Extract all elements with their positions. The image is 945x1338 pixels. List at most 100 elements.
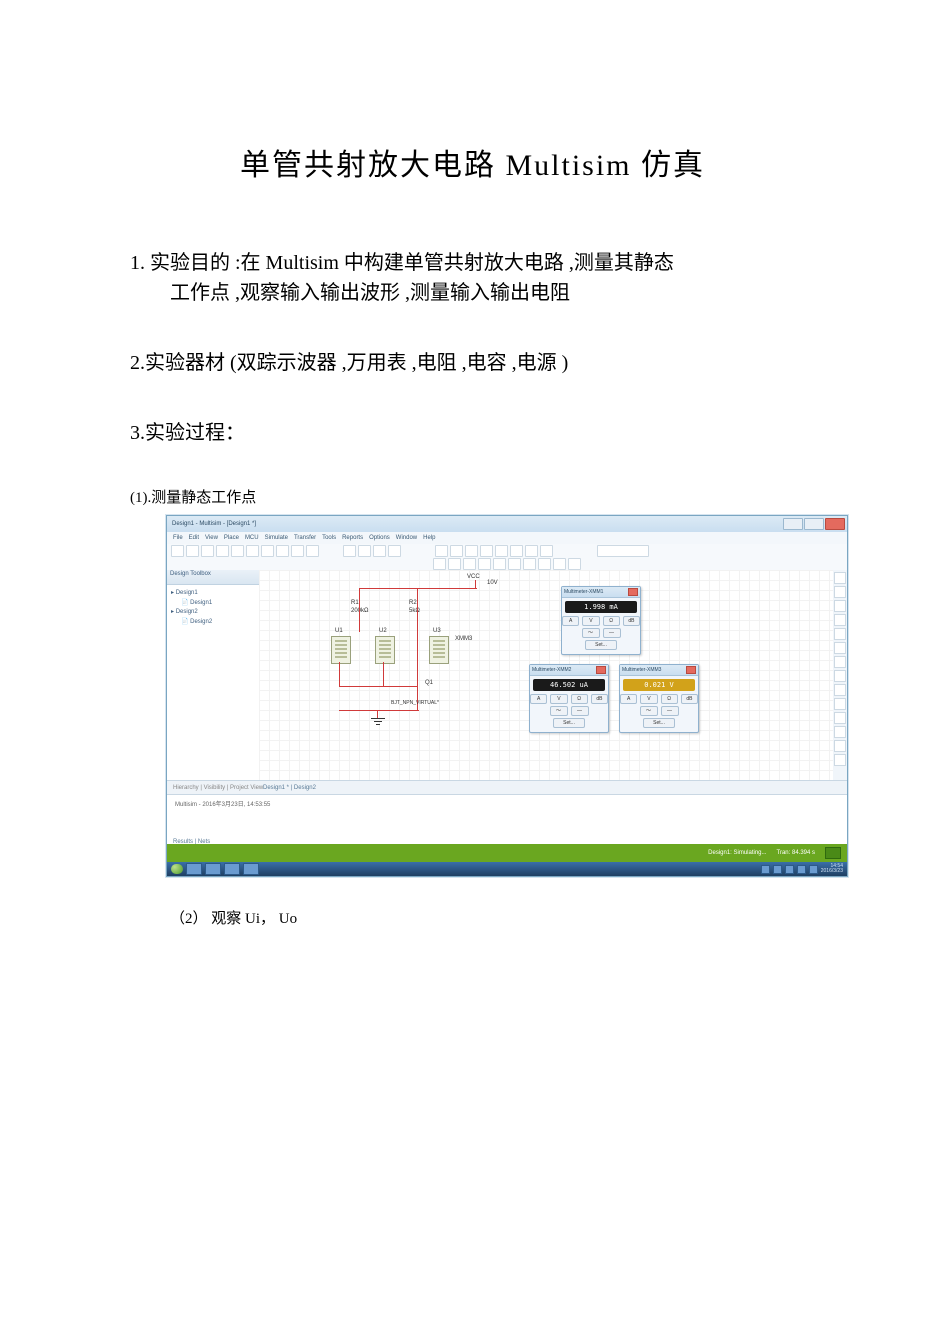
- tray-icon[interactable]: [773, 865, 782, 874]
- toolbar-button[interactable]: [523, 558, 536, 570]
- toolbar-combo[interactable]: [597, 545, 649, 557]
- meter-db-button[interactable]: dB: [591, 694, 608, 704]
- tree-project[interactable]: ▸ Design2: [171, 608, 255, 618]
- meter-dc-button[interactable]: —: [571, 706, 589, 716]
- toolbar-button[interactable]: [201, 545, 214, 557]
- toolbar-button[interactable]: [261, 545, 274, 557]
- meter-set-button[interactable]: Set...: [643, 718, 675, 728]
- output-panel[interactable]: Multisim - 2016年3月23日, 14:53:55 Results …: [167, 794, 847, 847]
- meter-v-button[interactable]: V: [582, 616, 599, 626]
- toolbar-button[interactable]: [495, 545, 508, 557]
- toolbar-1[interactable]: [167, 544, 847, 559]
- toolbar-button[interactable]: [568, 558, 581, 570]
- meter-dc-button[interactable]: —: [661, 706, 679, 716]
- toolbar-button[interactable]: [493, 558, 506, 570]
- toolbar-button[interactable]: [186, 545, 199, 557]
- toolbar-button[interactable]: [171, 545, 184, 557]
- canvas-tabs[interactable]: Hierarchy | Visibility | Project View De…: [167, 780, 847, 795]
- close-icon[interactable]: [686, 666, 696, 674]
- menu-reports[interactable]: Reports: [342, 535, 363, 541]
- menu-tools[interactable]: Tools: [322, 535, 336, 541]
- toolbar-button[interactable]: [276, 545, 289, 557]
- menu-simulate[interactable]: Simulate: [265, 535, 288, 541]
- tray-icon[interactable]: [785, 865, 794, 874]
- meter-block-u3[interactable]: [429, 636, 449, 664]
- tray-icon[interactable]: [761, 865, 770, 874]
- instrument-icon[interactable]: [834, 600, 846, 612]
- meter-ohm-button[interactable]: Ω: [661, 694, 678, 704]
- meter-block-u1[interactable]: [331, 636, 351, 664]
- tree-file[interactable]: 📄 Design2: [171, 618, 255, 628]
- instrument-icon[interactable]: [834, 670, 846, 682]
- instrument-strip[interactable]: [832, 570, 847, 782]
- toolbar-button[interactable]: [433, 558, 446, 570]
- taskbar-icon[interactable]: [243, 863, 259, 875]
- tree-project[interactable]: ▸ Design1: [171, 589, 255, 599]
- toolbar-button[interactable]: [358, 545, 371, 557]
- toolbar-button[interactable]: [478, 558, 491, 570]
- instrument-icon[interactable]: [834, 712, 846, 724]
- toolbar-button[interactable]: [343, 545, 356, 557]
- toolbar-button[interactable]: [553, 558, 566, 570]
- toolbar-button[interactable]: [450, 545, 463, 557]
- menu-window[interactable]: Window: [396, 535, 417, 541]
- tray-icon[interactable]: [809, 865, 818, 874]
- menu-mcu[interactable]: MCU: [245, 535, 259, 541]
- window-titlebar[interactable]: Design1 - Multisim - [Design1 *]: [167, 516, 847, 533]
- toolbar-button[interactable]: [435, 545, 448, 557]
- toolbar-button[interactable]: [231, 545, 244, 557]
- taskbar-icon[interactable]: [205, 863, 221, 875]
- toolbar-button[interactable]: [388, 545, 401, 557]
- meter-a-button[interactable]: A: [620, 694, 637, 704]
- toolbar-button[interactable]: [448, 558, 461, 570]
- toolbar-button[interactable]: [508, 558, 521, 570]
- meter-v-button[interactable]: V: [550, 694, 567, 704]
- meter-ac-button[interactable]: ～: [640, 706, 658, 716]
- meter-db-button[interactable]: dB: [623, 616, 640, 626]
- meter-ac-button[interactable]: ～: [550, 706, 568, 716]
- maximize-button[interactable]: [804, 518, 824, 530]
- meter-db-button[interactable]: dB: [681, 694, 698, 704]
- menu-place[interactable]: Place: [224, 535, 239, 541]
- meter-set-button[interactable]: Set...: [585, 640, 617, 650]
- start-button[interactable]: [171, 864, 183, 874]
- instrument-icon[interactable]: [834, 740, 846, 752]
- menu-help[interactable]: Help: [423, 535, 435, 541]
- toolbar-button[interactable]: [291, 545, 304, 557]
- canvas-tab-labels[interactable]: Design1 * | Design2: [263, 785, 316, 791]
- toolbar-button[interactable]: [510, 545, 523, 557]
- toolbar-button[interactable]: [480, 545, 493, 557]
- close-icon[interactable]: [628, 588, 638, 596]
- instrument-icon[interactable]: [834, 656, 846, 668]
- toolbar-button[interactable]: [525, 545, 538, 557]
- meter-block-u2[interactable]: [375, 636, 395, 664]
- instrument-icon[interactable]: [834, 586, 846, 598]
- windows-taskbar[interactable]: 14:54 2016/3/23: [167, 862, 847, 876]
- menu-transfer[interactable]: Transfer: [294, 535, 316, 541]
- meter-ac-button[interactable]: ～: [582, 628, 600, 638]
- meter-set-button[interactable]: Set...: [553, 718, 585, 728]
- toolbar-button[interactable]: [540, 545, 553, 557]
- multimeter-xmm1-window[interactable]: Multimeter-XMM1 1.998 mA A V Ω dB ～ — Se…: [561, 586, 641, 655]
- design-tree-panel[interactable]: Design Toolbox ▸ Design1 📄 Design1 ▸ Des…: [167, 570, 260, 780]
- instrument-icon[interactable]: [834, 698, 846, 710]
- meter-a-button[interactable]: A: [530, 694, 547, 704]
- toolbar-button[interactable]: [306, 545, 319, 557]
- toolbar-button[interactable]: [463, 558, 476, 570]
- close-button[interactable]: [825, 518, 845, 530]
- meter-v-button[interactable]: V: [640, 694, 657, 704]
- menu-edit[interactable]: Edit: [189, 535, 199, 541]
- minimize-button[interactable]: [783, 518, 803, 530]
- instrument-icon[interactable]: [834, 754, 846, 766]
- instrument-icon[interactable]: [834, 684, 846, 696]
- toolbar-button[interactable]: [246, 545, 259, 557]
- close-icon[interactable]: [596, 666, 606, 674]
- taskbar-icon[interactable]: [186, 863, 202, 875]
- instrument-icon[interactable]: [834, 572, 846, 584]
- meter-a-button[interactable]: A: [562, 616, 579, 626]
- taskbar-icon[interactable]: [224, 863, 240, 875]
- menu-view[interactable]: View: [205, 535, 218, 541]
- tree-file[interactable]: 📄 Design1: [171, 599, 255, 609]
- instrument-icon[interactable]: [834, 628, 846, 640]
- multimeter-xmm3-window[interactable]: Multimeter-XMM3 0.021 V A V Ω dB ～ — Set…: [619, 664, 699, 733]
